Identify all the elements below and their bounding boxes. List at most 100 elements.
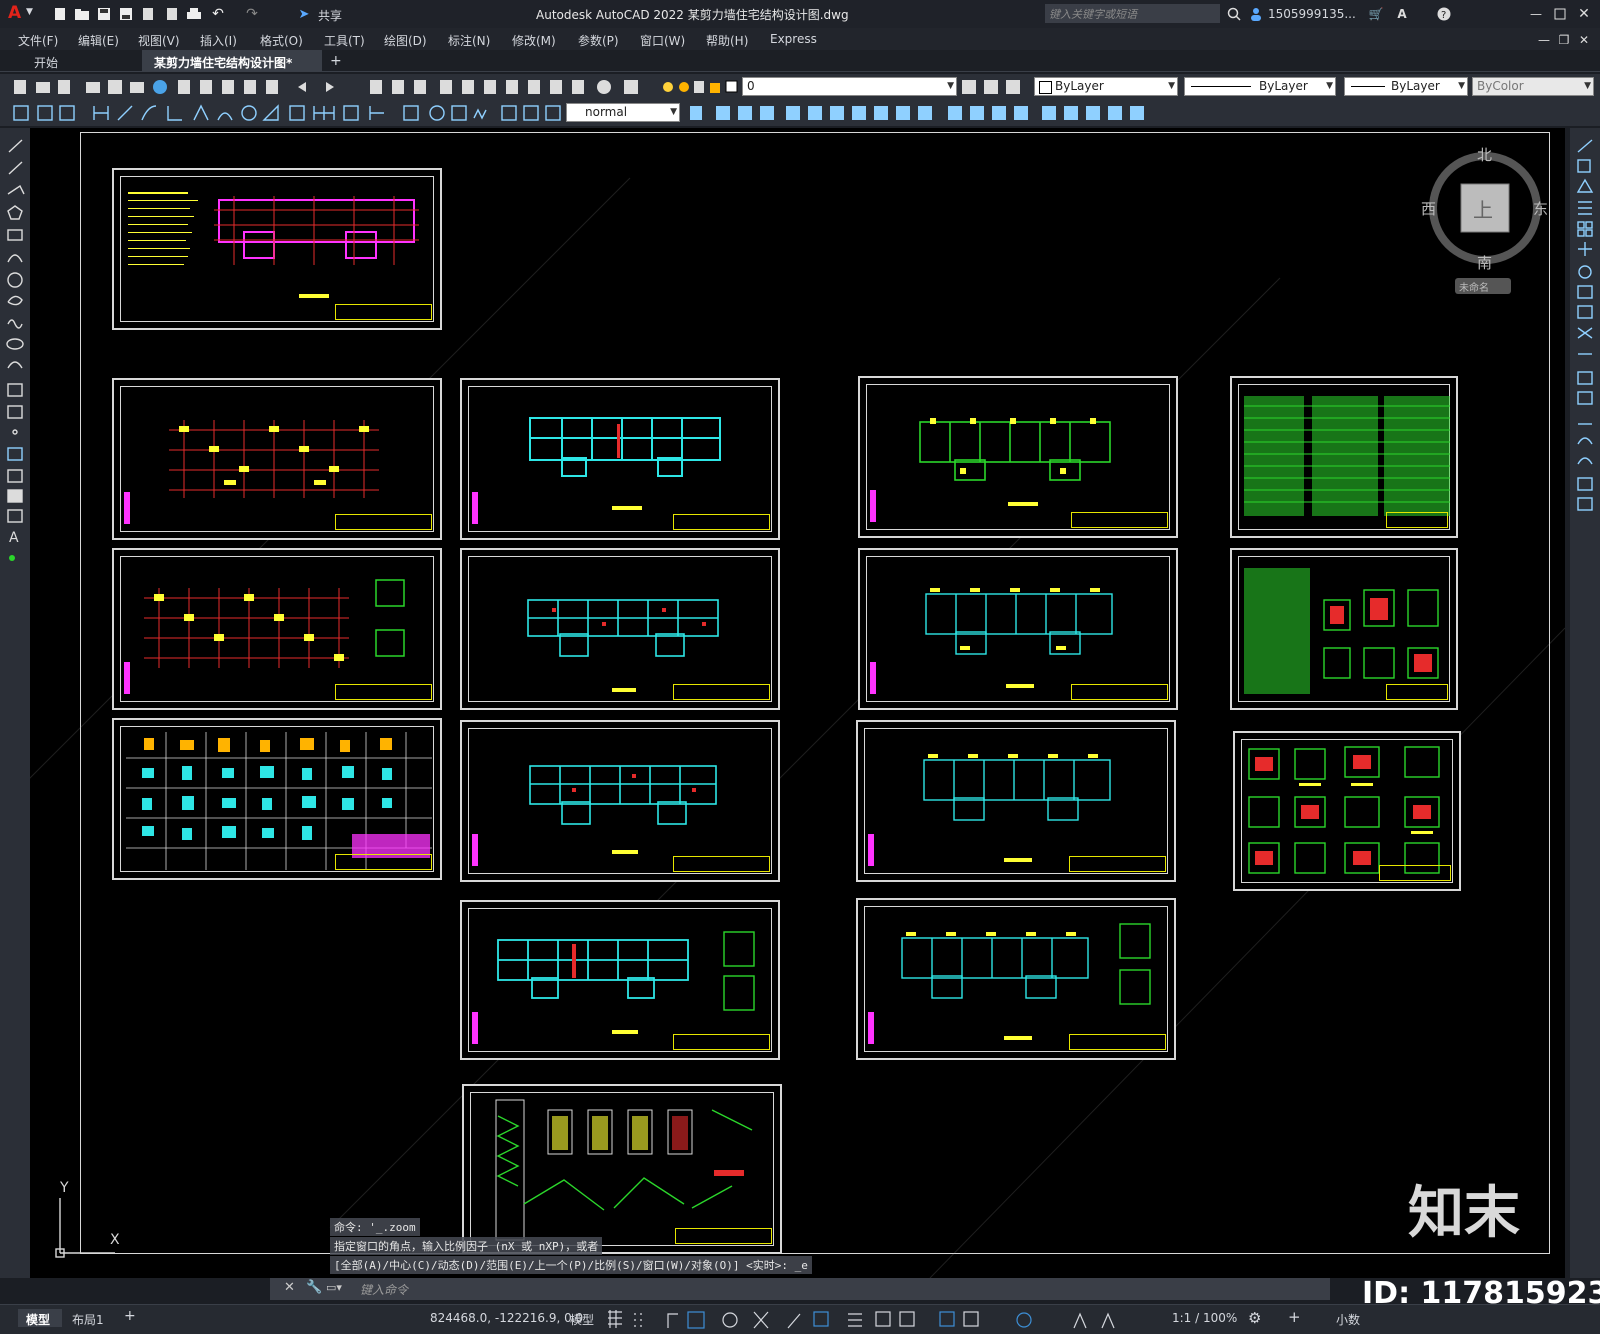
tab-model[interactable]: 模型	[18, 1309, 62, 1327]
plot-icon[interactable]	[164, 6, 180, 22]
layer-dropdown[interactable]: 0 ▼	[742, 77, 957, 96]
viewcube-east[interactable]: 东	[1533, 198, 1548, 219]
layer-tools-icons[interactable]	[960, 77, 1028, 97]
command-customize-icon[interactable]: 🔧	[306, 1280, 322, 1295]
settings-gear-icon[interactable]: ⚙	[1248, 1309, 1261, 1327]
help-icon[interactable]: ?	[1436, 6, 1452, 22]
chevron-down-icon: ▼	[1458, 81, 1465, 91]
doc-minimize-icon[interactable]: —	[1536, 32, 1552, 48]
ucs-x-label: X	[110, 1232, 120, 1248]
cart-icon[interactable]: 🛒	[1368, 6, 1384, 22]
plotstyle-dropdown[interactable]: ByColor ▼	[1472, 77, 1594, 96]
sheet-beam-plan-1[interactable]	[858, 376, 1178, 538]
units-display[interactable]: 小数	[1336, 1311, 1360, 1328]
doc-restore-icon[interactable]: ❐	[1556, 32, 1572, 48]
new-tab-button[interactable]: +	[330, 53, 342, 69]
sheet-column-plan[interactable]	[112, 548, 442, 710]
legend-strip	[868, 1012, 874, 1044]
menu-view[interactable]: 视图(V)	[138, 32, 180, 49]
menu-file[interactable]: 文件(F)	[18, 32, 58, 49]
dimstyle-dropdown[interactable]: normal ▼	[566, 103, 680, 122]
lineweight-dropdown[interactable]: ByLayer ▼	[1344, 77, 1468, 96]
sheet-wall-plan-3[interactable]	[460, 720, 780, 882]
viewcube-north[interactable]: 北	[1477, 144, 1492, 165]
color-dropdown[interactable]: ByLayer ▼	[1034, 77, 1178, 96]
save-icon[interactable]	[96, 6, 112, 22]
share-icon[interactable]: ➤	[296, 6, 312, 22]
sheet-wall-plan-1[interactable]	[460, 378, 780, 540]
app-logo[interactable]: A	[8, 3, 21, 23]
menu-dimension[interactable]: 标注(N)	[448, 32, 490, 49]
coordinates-readout[interactable]: 824468.0, -122216.9, 0.0	[430, 1311, 583, 1325]
tab-drawing[interactable]: 某剪力墙住宅结构设计图*	[142, 50, 322, 72]
doc-close-icon[interactable]: ✕	[1576, 32, 1592, 48]
color-value: ByLayer	[1055, 79, 1104, 93]
viewcube[interactable]: 北 南 东 西 上 未命名	[1421, 146, 1548, 294]
command-recent-icon[interactable]: ▭▾	[326, 1281, 342, 1294]
chevron-down-icon: ▼	[670, 107, 677, 117]
sheet-wall-plan-4[interactable]	[460, 900, 780, 1060]
annotation-scale[interactable]: 1:1 / 100%	[1172, 1311, 1237, 1325]
share-label[interactable]: 共享	[318, 7, 342, 24]
sign-in-icon[interactable]: A	[1394, 6, 1410, 22]
tab-model-label: 模型	[26, 1313, 51, 1327]
sheet-wall-plan-2[interactable]	[460, 548, 780, 710]
sheet-cover-notes[interactable]	[112, 168, 442, 330]
menu-bar: 文件(F) 编辑(E) 视图(V) 插入(I) 格式(O) 工具(T) 绘图(D…	[0, 28, 1600, 50]
sheet-detail-nodes[interactable]	[1233, 731, 1461, 891]
viewcube-face[interactable]: 上	[1473, 194, 1493, 223]
maximize-icon[interactable]	[1552, 6, 1568, 22]
ucs-y-label: Y	[60, 1180, 69, 1196]
add-layout-button[interactable]: +	[124, 1308, 136, 1324]
sheet-column-table[interactable]	[112, 718, 442, 880]
sheet-design-notes-1[interactable]	[1230, 376, 1458, 538]
menu-help[interactable]: 帮助(H)	[706, 32, 748, 49]
add-icon[interactable]: +	[1288, 1308, 1301, 1326]
menu-parametric[interactable]: 参数(P)	[578, 32, 619, 49]
tab-layout1[interactable]: 布局1	[72, 1311, 104, 1328]
publish-icon[interactable]	[140, 6, 156, 22]
drawing-canvas[interactable]: 北 南 东 西 上 未命名 Y X 知末	[30, 128, 1565, 1278]
close-icon[interactable]: ✕	[1576, 6, 1592, 22]
wcs-menu[interactable]: 未命名	[1455, 278, 1511, 294]
sheet-beam-plan-4[interactable]	[856, 898, 1176, 1060]
linetype-dropdown[interactable]: ByLayer ▼	[1184, 77, 1336, 96]
print-icon[interactable]	[186, 6, 202, 22]
open-file-icon[interactable]	[74, 6, 90, 22]
search-input[interactable]: 键入关键字或短语	[1049, 6, 1137, 22]
menu-express[interactable]: Express	[770, 32, 817, 46]
layer-state-icons[interactable]	[660, 77, 740, 97]
minimize-icon[interactable]: —	[1528, 6, 1544, 22]
user-name[interactable]: 1505999135...	[1268, 7, 1356, 21]
sheet-beam-plan-2[interactable]	[858, 548, 1178, 710]
search-icon[interactable]	[1226, 6, 1242, 22]
menu-draw[interactable]: 绘图(D)	[384, 32, 427, 49]
sheet-foundation-plan[interactable]	[112, 378, 442, 540]
tab-drawing-label: 某剪力墙住宅结构设计图*	[154, 56, 293, 70]
tab-start[interactable]: 开始	[18, 50, 138, 72]
user-icon[interactable]	[1248, 6, 1264, 22]
redo-icon[interactable]: ↷	[244, 6, 260, 22]
menu-insert[interactable]: 插入(I)	[200, 32, 237, 49]
menu-tools[interactable]: 工具(T)	[324, 32, 365, 49]
sheet-beam-plan-3[interactable]	[856, 720, 1176, 882]
app-menu-chevron-icon[interactable]: ▼	[26, 7, 33, 17]
sheet-stair-details[interactable]	[462, 1084, 782, 1254]
watermark-id: ID: 1178159230	[1362, 1276, 1600, 1311]
menu-window[interactable]: 窗口(W)	[640, 32, 685, 49]
new-file-icon[interactable]	[52, 6, 68, 22]
sheet-design-notes-2[interactable]	[1230, 548, 1458, 710]
undo-icon[interactable]: ↶	[210, 6, 226, 22]
viewcube-south[interactable]: 南	[1477, 252, 1492, 273]
search-box[interactable]: 键入关键字或短语	[1045, 4, 1220, 23]
command-close-icon[interactable]: ✕	[284, 1280, 295, 1295]
command-input[interactable]: 键入命令	[360, 1281, 408, 1298]
menu-format[interactable]: 格式(O)	[260, 32, 303, 49]
draw-tool-icons[interactable]: A	[0, 134, 30, 574]
modify-tool-icons[interactable]	[1570, 134, 1600, 524]
viewcube-west[interactable]: 西	[1421, 198, 1436, 219]
model-space-toggle[interactable]: 模型	[570, 1311, 594, 1328]
menu-edit[interactable]: 编辑(E)	[78, 32, 119, 49]
menu-modify[interactable]: 修改(M)	[512, 32, 556, 49]
save-as-icon[interactable]	[118, 6, 134, 22]
